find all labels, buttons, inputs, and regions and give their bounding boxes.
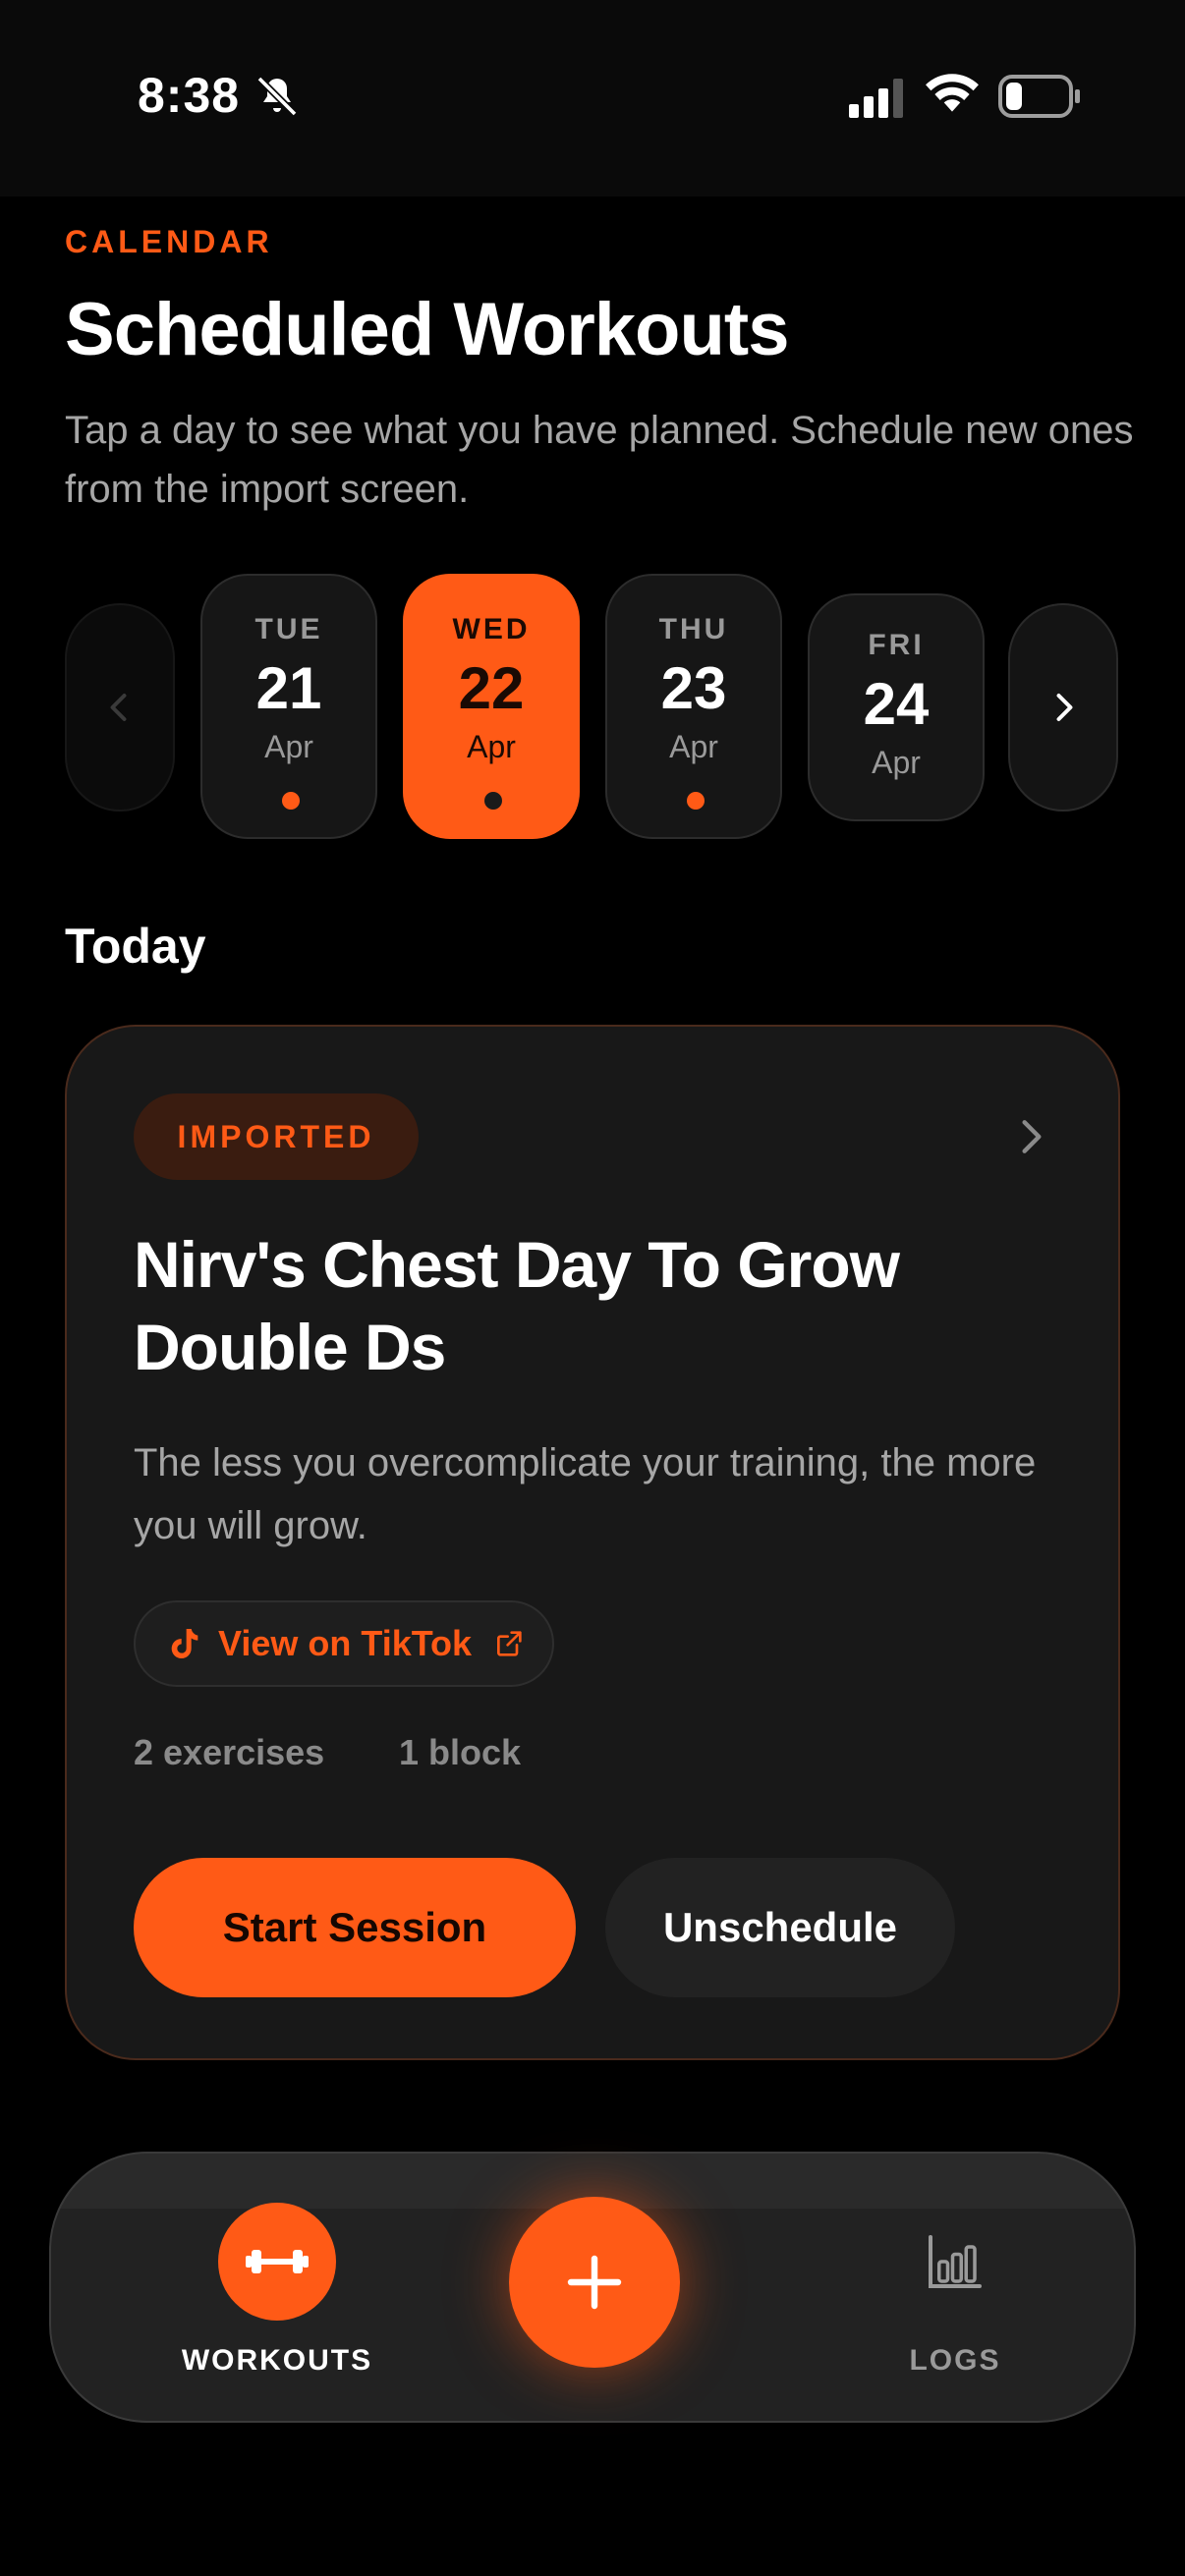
day-month: Apr: [872, 745, 921, 780]
tab-workouts-label: WORKOUTS: [181, 2344, 373, 2377]
chevron-right-icon: [1056, 694, 1073, 721]
day-number: 23: [660, 655, 727, 721]
day-card-fri-24[interactable]: FRI 24 Apr: [808, 593, 985, 821]
page-subtitle: Tap a day to see what you have planned. …: [65, 409, 1134, 511]
workout-title: Nirv's Chest Day To Grow Double Ds: [134, 1228, 900, 1383]
start-session-button[interactable]: Start Session: [134, 1858, 576, 1997]
day-month: Apr: [264, 729, 313, 764]
workout-description: The less you overcomplicate your trainin…: [134, 1441, 1037, 1547]
day-number: 22: [458, 655, 525, 721]
tiktok-icon: [171, 1629, 198, 1658]
chevron-right-icon[interactable]: [1010, 1115, 1053, 1158]
day-number: 21: [255, 655, 322, 721]
chevron-left-icon: [110, 694, 127, 721]
workout-card[interactable]: IMPORTED Nirv's Chest Day To Grow Double…: [65, 1025, 1120, 2060]
status-bar: 8:38: [0, 0, 1185, 196]
day-of-week: WED: [452, 613, 531, 645]
day-month: Apr: [467, 729, 516, 764]
previous-days-button[interactable]: [65, 603, 175, 812]
day-card-wed-22-selected[interactable]: WED 22 Apr: [403, 574, 580, 839]
add-workout-button[interactable]: [509, 2197, 680, 2368]
wifi-icon: [926, 74, 979, 112]
page-title: Scheduled Workouts: [65, 288, 789, 371]
tab-logs-icon-bg: [896, 2203, 1014, 2321]
day-of-week: TUE: [254, 613, 323, 645]
status-time: 8:38: [138, 68, 241, 123]
tab-workouts-icon-bg: [218, 2203, 336, 2321]
tab-workouts[interactable]: WORKOUTS: [159, 2203, 395, 2378]
tab-logs-label: LOGS: [909, 2344, 1001, 2377]
day-of-week: THU: [658, 613, 729, 645]
day-month: Apr: [669, 729, 718, 764]
cellular-signal-icon: [849, 79, 903, 118]
day-card-thu-23[interactable]: THU 23 Apr: [605, 574, 782, 839]
block-count: 1 block: [399, 1732, 522, 1772]
workout-indicator-dot: [687, 792, 705, 810]
imported-badge: IMPORTED: [134, 1093, 419, 1180]
tab-logs[interactable]: LOGS: [837, 2203, 1073, 2378]
section-eyebrow: CALENDAR: [65, 224, 273, 259]
view-on-tiktok-link[interactable]: View on TikTok: [134, 1600, 554, 1687]
exercise-count: 2 exercises: [134, 1732, 325, 1772]
tiktok-link-label: View on TikTok: [218, 1623, 473, 1663]
bar-chart-icon: [929, 2235, 982, 2288]
workout-indicator-dot: [484, 792, 502, 810]
plus-icon: [567, 2255, 622, 2310]
dumbbell-icon: [246, 2250, 309, 2273]
day-strip: TUE 21 Apr WED 22 Apr THU 23 Apr FRI 24 …: [65, 574, 1120, 841]
next-days-button[interactable]: [1008, 603, 1118, 812]
external-link-icon: [497, 1631, 522, 1656]
battery-icon: [998, 75, 1080, 118]
day-number: 24: [863, 671, 930, 737]
workout-indicator-dot: [282, 792, 300, 810]
day-card-tue-21[interactable]: TUE 21 Apr: [200, 574, 377, 839]
bell-slash-icon: [256, 76, 298, 117]
tab-bar: WORKOUTS LOGS: [49, 2152, 1136, 2423]
unschedule-button[interactable]: Unschedule: [605, 1858, 955, 1997]
today-heading: Today: [65, 919, 206, 974]
day-of-week: FRI: [868, 629, 925, 661]
